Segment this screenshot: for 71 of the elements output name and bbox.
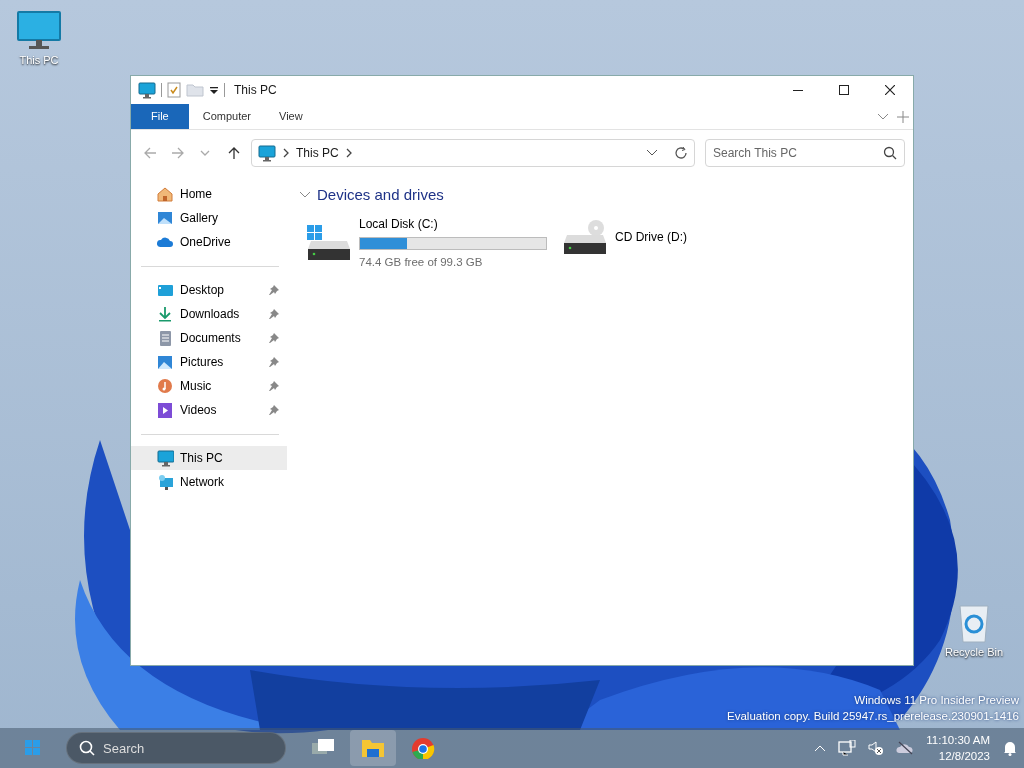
arrow-up-icon <box>227 146 241 160</box>
gallery-icon <box>157 209 174 227</box>
refresh-icon[interactable] <box>674 146 688 160</box>
home-icon <box>157 185 174 203</box>
sidebar-item[interactable]: Gallery <box>131 206 287 230</box>
pin-icon[interactable] <box>269 285 279 295</box>
computer-icon[interactable] <box>138 81 156 99</box>
sidebar-item[interactable]: Desktop <box>131 278 287 302</box>
cd-drive-icon <box>563 218 607 255</box>
file-explorer-button[interactable] <box>350 730 396 766</box>
folder-icon <box>361 737 385 759</box>
arrow-right-icon <box>171 146 185 160</box>
video-icon <box>157 401 174 419</box>
search-field[interactable]: Search This PC <box>705 139 905 167</box>
breadcrumb[interactable]: This PC <box>296 144 339 162</box>
document-icon <box>157 329 174 347</box>
network-icon <box>157 473 174 491</box>
cloud-off-icon[interactable] <box>896 741 915 755</box>
drive-item[interactable]: Local Disk (C:) 74.4 GB free of 99.3 GB <box>307 214 547 271</box>
sidebar-item[interactable]: Downloads <box>131 302 287 326</box>
computer-icon <box>157 449 174 467</box>
sidebar-item[interactable]: Music <box>131 374 287 398</box>
ribbon-tab[interactable]: File <box>131 104 189 129</box>
network-icon[interactable] <box>838 740 857 756</box>
maximize-icon <box>839 85 849 95</box>
sidebar-item[interactable]: Documents <box>131 326 287 350</box>
dropdown-icon[interactable] <box>209 85 219 95</box>
chevron-right-icon[interactable] <box>344 148 353 158</box>
chevron-icon <box>299 191 311 200</box>
pin-icon[interactable] <box>269 405 279 415</box>
sidebar-item[interactable]: Home <box>131 182 287 206</box>
window-title: This PC <box>234 82 277 99</box>
pin-icon[interactable] <box>269 381 279 391</box>
plus-icon[interactable] <box>897 110 909 123</box>
windows-logo-icon <box>25 740 41 756</box>
taskbar-search-field[interactable]: Search <box>66 732 286 764</box>
notification-bell-icon[interactable] <box>1002 740 1018 756</box>
hard-drive-icon <box>307 224 351 261</box>
sidebar-item[interactable]: Network <box>131 470 287 494</box>
close-icon <box>885 85 895 95</box>
ribbon-tab[interactable]: View <box>265 104 317 129</box>
search-icon[interactable] <box>883 146 897 160</box>
pin-icon[interactable] <box>269 333 279 343</box>
checklist-icon[interactable] <box>167 82 181 98</box>
sidebar-item[interactable]: OneDrive <box>131 230 287 254</box>
download-icon <box>157 305 174 323</box>
clock[interactable]: 11:10:30 AM 12/8/2023 <box>926 732 990 764</box>
sidebar-item[interactable]: This PC <box>131 446 287 470</box>
search-icon[interactable] <box>79 740 95 756</box>
pin-icon[interactable] <box>269 309 279 319</box>
chevron-down-icon[interactable] <box>646 149 658 157</box>
desktop-icon-label: Recycle Bin <box>944 645 1004 660</box>
ribbon-tab[interactable]: Computer <box>188 104 266 129</box>
drive-item[interactable]: CD Drive (D:) <box>563 218 687 255</box>
speaker-muted-icon[interactable] <box>868 740 885 756</box>
sidebar-item[interactable]: Pictures <box>131 350 287 374</box>
music-icon <box>157 377 174 395</box>
pin-icon[interactable] <box>269 357 279 367</box>
section-header[interactable]: Devices and drives <box>299 184 444 207</box>
pictures-icon <box>157 353 174 371</box>
chevron-down-icon[interactable] <box>877 112 889 121</box>
computer-icon <box>258 144 276 162</box>
desktop-icon-label: This PC <box>19 53 59 68</box>
computer-icon[interactable] <box>17 10 61 52</box>
chevron-up-icon[interactable] <box>814 744 827 752</box>
address-bar[interactable]: This PC <box>251 139 695 167</box>
browser-icon <box>411 737 435 759</box>
arrow-left-icon <box>143 146 157 160</box>
sidebar-item[interactable]: Videos <box>131 398 287 422</box>
chevron-right-icon[interactable] <box>282 148 290 158</box>
desktop-notice-text: Windows 11 Pro Insider Preview <box>853 693 1019 708</box>
